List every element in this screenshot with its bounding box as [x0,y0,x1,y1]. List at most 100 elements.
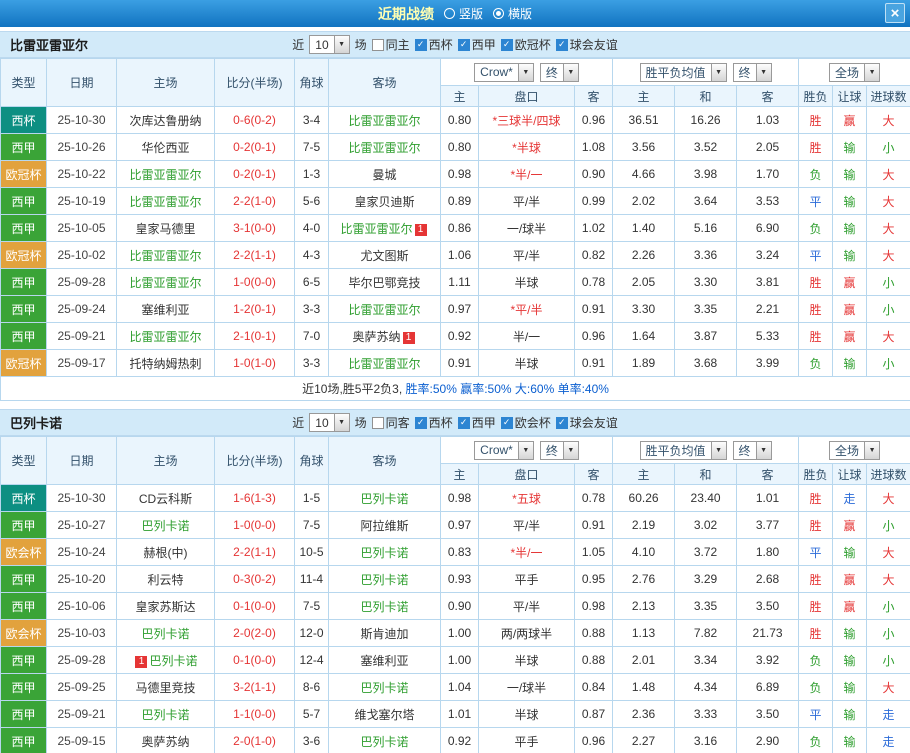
match-row: 西甲 25-10-19 比雷亚雷亚尔 2-2(1-0) 5-6 皇家贝迪斯 0.… [0,187,910,215]
match-type-badge: 西甲 [0,592,47,620]
league-checkbox-friendly[interactable]: 球会友谊 [555,414,618,431]
ah-dropdown-cell: Crow* ▼ 终 ▼ [439,58,614,86]
eu-away-odds: 1.01 [736,484,800,512]
match-type-badge: 欧会杯 [0,619,47,647]
scope-select[interactable]: 全场 ▼ [829,62,881,82]
same-away-checkbox[interactable]: 同客 [371,414,410,431]
eu-final-select[interactable]: 终 ▼ [732,440,772,460]
close-button[interactable]: × [885,3,905,23]
team-name-text: 皇家苏斯达 [135,599,196,614]
radio-label-text: 竖版 [458,7,483,21]
match-count-select[interactable]: 10 ▼ [309,35,350,54]
result-goals: 大 [866,565,910,593]
score-cell: 3-1(0-0) [214,214,295,242]
corner-cell: 3-4 [294,106,329,134]
away-team-cell: 巴列卡诺 [328,565,441,593]
match-count-select[interactable]: 10 ▼ [309,413,350,432]
eu-home-odds: 60.26 [612,484,676,512]
ah-home-odds: 1.00 [440,619,479,647]
match-type-badge: 西杯 [0,106,47,134]
checkbox-checked-icon [457,38,470,51]
layout-radio-horizontal[interactable]: 横版 [493,5,532,22]
home-team-cell: 马德里竞技 [116,673,215,701]
match-row: 西甲 25-09-21 巴列卡诺 1-1(0-0) 5-7 维戈塞尔塔 1.01… [0,700,910,728]
eu-home-odds: 4.10 [612,538,676,566]
corner-cell: 4-3 [294,241,329,269]
chevron-down-icon: ▼ [517,441,533,459]
bookmaker-select[interactable]: Crow* ▼ [474,62,534,82]
summary-record: 近10场,胜5平2负3, [302,382,403,396]
ah-away-odds: 0.99 [573,187,614,215]
away-team-cell: 皇家贝迪斯 [328,187,441,215]
ah-away-odds: 0.84 [573,673,614,701]
ah-home-odds: 0.86 [440,214,479,242]
col-ah-away: 客 [573,463,614,485]
corner-cell: 11-4 [294,565,329,593]
home-team-cell: 赫根(中) [116,538,215,566]
results-tbody: 西杯 25-10-30 次库达鲁册纳 0-6(0-2) 3-4 比雷亚雷亚尔 0… [0,106,910,377]
result-wdl: 负 [798,349,834,377]
score-cell: 0-2(0-1) [214,160,295,188]
checkbox-checked-icon [457,416,470,429]
eu-final-select[interactable]: 终 ▼ [732,62,772,82]
score-cell: 2-2(1-1) [214,538,295,566]
league-checkbox-friendly[interactable]: 球会友谊 [555,36,618,53]
chevron-down-icon: ▼ [755,63,771,81]
ah-away-odds: 0.96 [573,727,614,753]
result-wdl: 胜 [798,619,834,647]
ah-home-odds: 1.11 [440,268,479,296]
league-checkbox-copa[interactable]: 西杯 [414,36,453,53]
eu-draw-odds: 3.16 [674,727,738,753]
eu-away-odds: 3.50 [736,700,800,728]
ah-final-select[interactable]: 终 ▼ [539,440,579,460]
ah-home-odds: 0.92 [440,727,479,753]
eu-away-odds: 1.03 [736,106,800,134]
score-cell: 0-2(0-1) [214,133,295,161]
score-cell: 0-1(0-0) [214,646,295,674]
scope-select[interactable]: 全场 ▼ [829,440,881,460]
ah-line: 半球 [478,700,575,728]
match-date: 25-09-28 [46,268,117,296]
eu-draw-odds: 3.30 [674,268,738,296]
chevron-down-icon: ▼ [710,63,726,81]
result-handicap: 赢 [832,565,868,593]
scope-dropdown-cell: 全场 ▼ [798,58,910,86]
eu-away-odds: 2.21 [736,295,800,323]
result-wdl: 负 [798,646,834,674]
checkbox-checked-icon [500,38,513,51]
result-handicap: 输 [832,646,868,674]
layout-radio-vertical[interactable]: 竖版 [443,5,483,22]
checkbox-label: 同客 [385,416,410,430]
league-checkbox-laliga[interactable]: 西甲 [457,414,496,431]
wdl-average-select[interactable]: 胜平负均值 ▼ [639,440,727,460]
eu-away-odds: 3.53 [736,187,800,215]
ah-away-odds: 0.96 [573,106,614,134]
league-checkbox-copa[interactable]: 西杯 [414,414,453,431]
ah-home-odds: 0.93 [440,565,479,593]
same-home-checkbox[interactable]: 同主 [371,36,410,53]
league-checkbox-ucl[interactable]: 欧冠杯 [500,36,551,53]
match-type-badge: 西甲 [0,565,47,593]
league-checkbox-laliga[interactable]: 西甲 [457,36,496,53]
league-checkbox-uecl[interactable]: 欧会杯 [500,414,551,431]
col-type: 类型 [0,58,47,107]
result-wdl: 胜 [798,268,834,296]
match-date: 25-10-20 [46,565,117,593]
corner-cell: 5-7 [294,700,329,728]
matches-label: 场 [354,38,367,52]
ah-line: 平/半 [478,511,575,539]
eu-draw-odds: 3.64 [674,187,738,215]
checkbox-label: 欧冠杯 [514,38,551,52]
eu-draw-odds: 7.82 [674,619,738,647]
result-handicap: 输 [832,160,868,188]
ah-away-odds: 0.96 [573,322,614,350]
team-name-text: 比雷亚雷亚尔 [348,113,421,128]
result-handicap: 赢 [832,511,868,539]
wdl-average-select[interactable]: 胜平负均值 ▼ [639,62,727,82]
match-date: 25-10-02 [46,241,117,269]
eu-away-odds: 3.92 [736,646,800,674]
checkbox-unchecked-icon [371,38,384,51]
match-type-badge: 欧会杯 [0,538,47,566]
bookmaker-select[interactable]: Crow* ▼ [474,440,534,460]
ah-final-select[interactable]: 终 ▼ [539,62,579,82]
